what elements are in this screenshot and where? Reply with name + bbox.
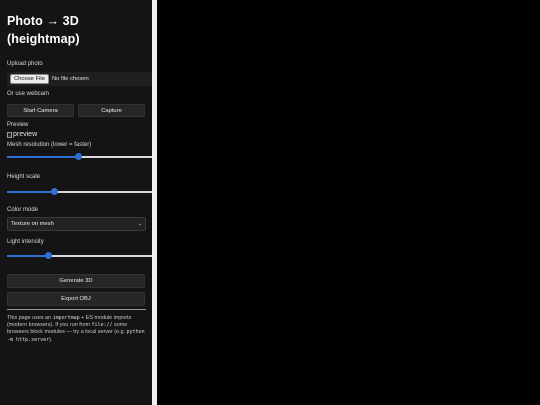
- upload-label: Upload photo: [7, 61, 43, 67]
- divider-line: [7, 309, 146, 310]
- generate-3d-button[interactable]: Generate 3D: [7, 274, 145, 288]
- height-scale-slider[interactable]: [7, 188, 152, 196]
- file-status-text: No file chosen: [51, 76, 89, 82]
- start-camera-button[interactable]: Start Camera: [7, 104, 74, 117]
- chevron-down-icon: ⌄: [137, 221, 142, 227]
- light-intensity-slider[interactable]: [7, 252, 152, 260]
- slider-thumb[interactable]: [50, 188, 58, 195]
- light-intensity-label: Light intensity: [7, 239, 44, 245]
- note-text: This page uses an: [7, 315, 53, 321]
- color-mode-value: Texture on mesh: [11, 221, 54, 227]
- broken-image-icon: [7, 131, 12, 138]
- slider-fill: [7, 191, 54, 193]
- color-mode-label: Color mode: [7, 207, 39, 213]
- note-code: importmap: [52, 315, 80, 321]
- module-note: This page uses an importmap + ES module …: [7, 315, 149, 344]
- webcam-label: Or use webcam: [7, 91, 50, 97]
- note-code: file://: [91, 322, 113, 329]
- slider-fill: [7, 255, 48, 257]
- height-scale-label: Height scale: [7, 174, 41, 180]
- preview-alt-text: preview: [13, 131, 38, 138]
- mesh-resolution-label: Mesh resolution (lower = faster): [7, 142, 92, 148]
- page-title: Photo → 3D (heightmap): [7, 14, 80, 46]
- slider-thumb[interactable]: [44, 252, 52, 259]
- app-layout: Photo → 3D (heightmap) Upload photo Choo…: [0, 0, 540, 405]
- slider-thumb[interactable]: [74, 153, 82, 160]
- capture-button[interactable]: Capture: [78, 104, 145, 117]
- export-obj-button[interactable]: Export OBJ: [7, 292, 145, 306]
- mesh-resolution-slider[interactable]: [7, 153, 152, 161]
- control-panel: Photo → 3D (heightmap) Upload photo Choo…: [0, 0, 152, 405]
- preview-label: Preview: [7, 122, 29, 128]
- file-input[interactable]: Choose File No file chosen: [7, 72, 152, 86]
- color-mode-select[interactable]: Texture on mesh ⌄: [7, 217, 146, 231]
- webcam-buttons: Start Camera Capture: [7, 104, 152, 117]
- choose-file-button[interactable]: Choose File: [10, 74, 49, 84]
- note-text: ).: [49, 336, 53, 343]
- slider-fill: [7, 156, 78, 158]
- 3d-viewport[interactable]: [157, 0, 540, 405]
- preview-image: preview: [7, 130, 152, 139]
